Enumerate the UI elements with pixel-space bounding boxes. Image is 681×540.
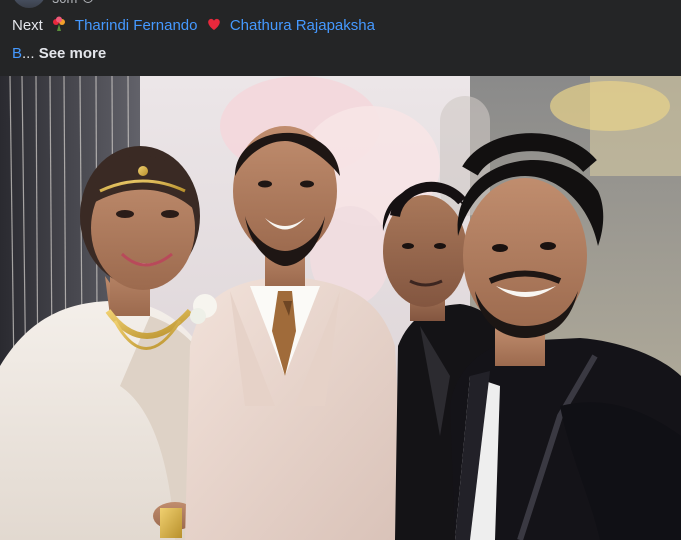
feed-post: 30m Next Tharindi Fernando Chathura Raja… (0, 0, 681, 540)
post-meta: 30m (12, 0, 94, 8)
caption-continuation-link[interactable]: B (12, 45, 22, 62)
caption-prefix: Next (12, 17, 43, 34)
bouquet-emoji-icon (51, 16, 67, 38)
red-heart-emoji-icon (206, 16, 222, 38)
post-header: 30m Next Tharindi Fernando Chathura Raja… (0, 0, 681, 76)
globe-icon (83, 0, 94, 3)
post-photo[interactable] (0, 76, 681, 540)
post-timestamp[interactable]: 30m (52, 0, 77, 6)
tagged-user-1-link[interactable]: Tharindi Fernando (75, 17, 198, 34)
tagged-user-2-link[interactable]: Chathura Rajapaksha (230, 17, 375, 34)
wedding-group-photo (0, 76, 681, 540)
post-caption: Next Tharindi Fernando Chathura Rajapaks… (12, 16, 375, 38)
author-avatar[interactable] (12, 0, 46, 8)
caption-ellipsis: ... (22, 45, 35, 62)
see-more-button[interactable]: See more (39, 45, 107, 62)
caption-continuation: B... See more (12, 44, 106, 64)
